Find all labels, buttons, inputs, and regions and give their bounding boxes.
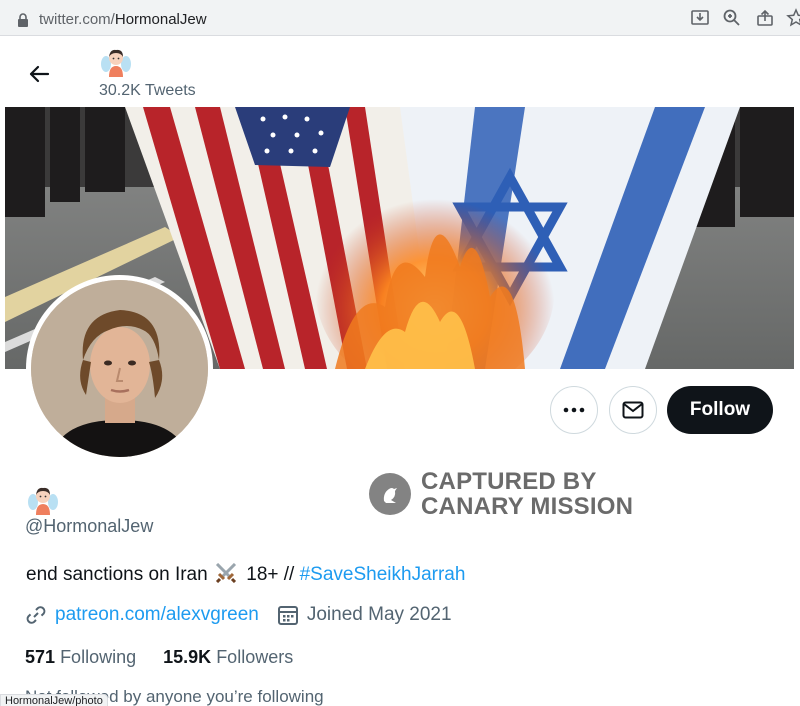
arrow-left-icon <box>29 65 50 83</box>
bio-middle: 18+ // <box>246 564 295 585</box>
bio-hashtag-link[interactable]: #SaveSheikhJarrah <box>300 564 466 585</box>
following-label: Following <box>60 647 137 667</box>
more-dots-icon <box>563 407 585 413</box>
profile-avatar[interactable] <box>26 275 213 462</box>
canary-bird-icon <box>369 473 411 515</box>
profile-meta: patreon.com/alexvgreen Joined May 2021 <box>25 604 452 626</box>
crossed-swords-icon <box>215 563 237 583</box>
profile-bio: end sanctions on Iran 18+ // #SaveSheikh… <box>26 563 465 586</box>
url-domain: twitter.com/ <box>39 11 115 28</box>
status-bar-url: HormonalJew/photo <box>0 694 108 706</box>
followers-stat[interactable]: 15.9K Followers <box>163 647 293 667</box>
follow-button[interactable]: Follow <box>667 386 773 434</box>
joined-date: Joined May 2021 <box>306 604 452 625</box>
back-button[interactable] <box>20 55 58 93</box>
url-text[interactable]: twitter.com/HormonalJew <box>39 11 207 28</box>
lock-icon[interactable] <box>17 13 29 27</box>
link-icon <box>26 606 46 624</box>
fairy-emoji-icon <box>101 49 131 77</box>
canary-mission-watermark: CAPTURED BY CANARY MISSION <box>369 469 633 519</box>
watermark-line2: CANARY MISSION <box>421 493 634 520</box>
following-stat[interactable]: 571 Following <box>25 647 136 667</box>
zoom-icon[interactable] <box>722 8 742 28</box>
share-icon[interactable] <box>755 8 775 28</box>
follow-stats: 571 Following 15.9K Followers <box>25 647 315 668</box>
url-path: HormonalJew <box>114 11 207 28</box>
more-options-button[interactable] <box>550 386 598 434</box>
profile-handle: @HormonalJew <box>25 516 154 536</box>
tweet-count: 30.2K Tweets <box>99 82 196 99</box>
fairy-emoji-icon <box>28 487 58 515</box>
install-app-icon[interactable] <box>690 8 710 28</box>
followers-count: 15.9K <box>163 647 212 667</box>
watermark-line1: CAPTURED BY <box>421 468 597 495</box>
message-button[interactable] <box>609 386 657 434</box>
avatar-photo <box>31 280 208 457</box>
followers-label: Followers <box>216 647 294 667</box>
bio-text: end sanctions on Iran <box>26 564 208 585</box>
address-bar[interactable]: twitter.com/HormonalJew <box>4 3 800 33</box>
envelope-icon <box>622 401 644 419</box>
calendar-icon <box>277 606 298 625</box>
browser-toolbar: twitter.com/HormonalJew <box>0 0 800 36</box>
website-link[interactable]: patreon.com/alexvgreen <box>55 604 259 626</box>
following-count: 571 <box>25 647 56 667</box>
bookmark-star-icon[interactable] <box>786 8 800 28</box>
